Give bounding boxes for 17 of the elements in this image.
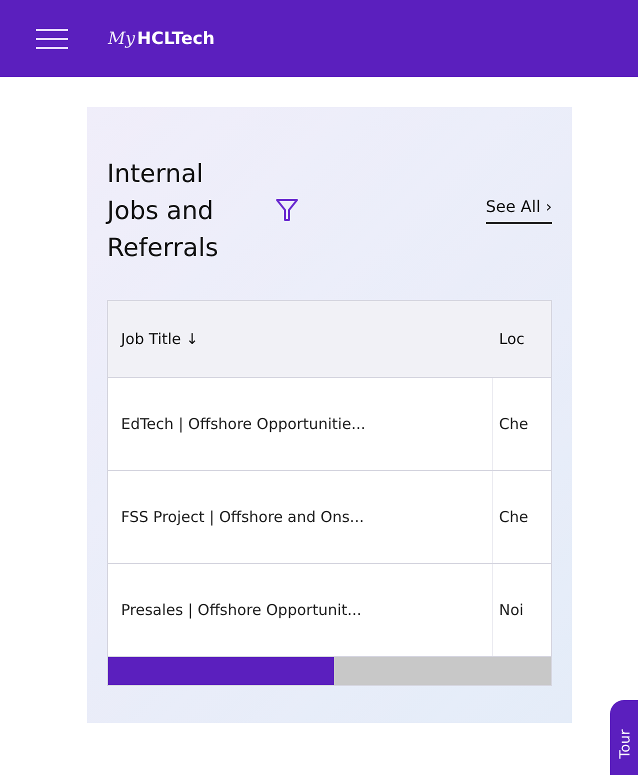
scrollbar-track[interactable] bbox=[108, 657, 551, 685]
table-cell: FSS Project | Offshore and Ons... bbox=[121, 508, 364, 526]
tour-tab[interactable]: Tour bbox=[610, 700, 638, 775]
see-all-link[interactable]: See All › bbox=[486, 196, 552, 224]
table-cell: Che bbox=[499, 415, 528, 433]
filter-icon[interactable] bbox=[275, 197, 299, 223]
scrollbar-thumb[interactable] bbox=[108, 657, 334, 685]
table-cell: Noi bbox=[499, 601, 524, 619]
table-cell: Presales | Offshore Opportunit... bbox=[121, 601, 362, 619]
logo-text: HCLTech bbox=[137, 28, 215, 48]
logo-script: My bbox=[108, 28, 136, 48]
table-cell: Che bbox=[499, 508, 528, 526]
menu-icon[interactable] bbox=[36, 28, 68, 48]
table-cell: EdTech | Offshore Opportunitie... bbox=[121, 415, 366, 433]
column-header[interactable]: Job Title ↓ bbox=[121, 330, 198, 348]
card-title: Internal Jobs and Referrals bbox=[107, 158, 220, 264]
column-header[interactable]: Loc bbox=[499, 330, 525, 348]
